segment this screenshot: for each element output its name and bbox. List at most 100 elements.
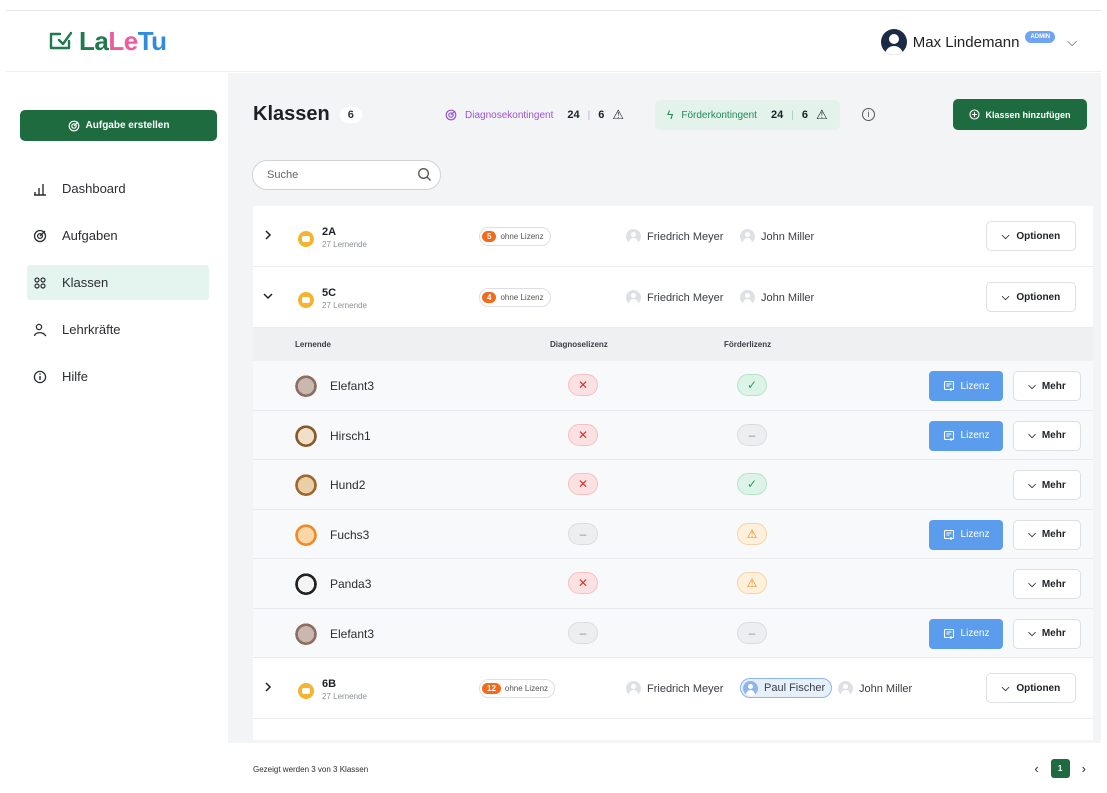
student-row: Hund2 ✕ ✓ ⌵ Mehr (253, 460, 1093, 510)
chart-bars-icon (34, 183, 46, 196)
logo-icon (49, 31, 73, 50)
license-button[interactable]: Lizenz (929, 420, 1003, 451)
no-license-label: ohne Lizenz (500, 232, 544, 241)
logo[interactable]: LaLeTu (48, 27, 167, 55)
more-label: Mehr (1041, 430, 1066, 441)
column-header-diagnoselizenz: Diagnoselizenz (550, 340, 608, 349)
chevron-down-icon: ⌵ (1028, 628, 1036, 639)
chevron-right-icon[interactable] (261, 228, 275, 242)
sidebar-item-label: Aufgaben (62, 228, 118, 243)
license-label: Lizenz (960, 430, 990, 441)
diagnose-status-dash-icon: – (568, 522, 598, 545)
diagnose-status-x-icon: ✕ (568, 572, 598, 594)
chevron-down-icon[interactable]: ⌵ (1067, 34, 1077, 50)
more-button[interactable]: ⌵ Mehr (1013, 618, 1081, 649)
options-label: Optionen (1016, 682, 1061, 694)
person-avatar-icon (626, 229, 641, 244)
sidebar-item-lehrkraefte[interactable]: Lehrkräfte (27, 312, 209, 347)
sidebar-item-hilfe[interactable]: Hilfe (27, 359, 209, 394)
sidebar-item-dashboard[interactable]: Dashboard (27, 171, 209, 206)
sidebar-item-label: Klassen (62, 275, 109, 290)
teacher-name: John Miller (859, 682, 913, 695)
search-icon[interactable] (417, 167, 432, 182)
create-task-label: Aufgabe erstellen (85, 120, 170, 131)
class-row[interactable]: 5C 27 Lernende 4 ohne Lizenz Friedrich M… (253, 267, 1093, 328)
license-button[interactable]: Lizenz (929, 618, 1003, 649)
license-doc-icon (943, 430, 954, 441)
options-button[interactable]: ⌵ Optionen (986, 221, 1076, 251)
options-label: Optionen (1016, 291, 1061, 303)
person-avatar-icon (626, 290, 641, 305)
diagnose-status-x-icon: ✕ (568, 473, 598, 495)
add-classes-button[interactable]: Klassen hinzufügen (953, 99, 1087, 130)
chevron-left-icon[interactable]: ‹ (1034, 761, 1038, 776)
chevron-down-icon[interactable] (261, 289, 275, 303)
sidebar-item-klassen[interactable]: Klassen (27, 265, 209, 300)
teacher-name: John Miller (761, 230, 815, 243)
student-row: Panda3 ✕ ⚠ ⌵ Mehr (253, 559, 1093, 609)
class-row[interactable]: 2A 27 Lernende 5 ohne Lizenz Friedrich M… (253, 206, 1093, 267)
more-button[interactable]: ⌵ Mehr (1013, 470, 1081, 500)
no-license-count: 12 (482, 683, 501, 694)
more-label: Mehr (1041, 628, 1066, 639)
class-name: 2A (322, 226, 337, 238)
user-menu[interactable]: Max Lindemann ADMIN ⌵ (880, 29, 1077, 55)
panda-avatar (294, 571, 318, 595)
options-button[interactable]: ⌵ Optionen (986, 673, 1076, 703)
add-classes-label: Klassen hinzufügen (985, 109, 1071, 120)
search-input[interactable]: Suche (252, 160, 441, 190)
class-name: 5C (322, 287, 337, 299)
more-button[interactable]: ⌵ Mehr (1013, 371, 1081, 401)
elephant-avatar (294, 373, 318, 397)
plus-circle-icon (969, 109, 981, 120)
search-placeholder: Suche (267, 169, 299, 181)
class-icon (298, 292, 314, 308)
student-name: Elefant3 (330, 626, 375, 641)
sidebar-item-label: Lehrkräfte (62, 322, 121, 337)
chevron-down-icon: ⌵ (1028, 578, 1036, 590)
teacher-chip-highlighted[interactable]: Paul Fischer (740, 678, 833, 698)
teacher-chip: John Miller (838, 680, 912, 697)
person-avatar-icon (838, 681, 853, 696)
chevron-down-icon: ⌵ (1001, 291, 1010, 303)
license-doc-icon (943, 380, 954, 391)
class-student-count: 27 Lernende (322, 240, 367, 249)
license-button[interactable]: Lizenz (929, 519, 1003, 550)
more-button[interactable]: ⌵ Mehr (1013, 519, 1081, 550)
sidebar-item-aufgaben[interactable]: Aufgaben (27, 218, 209, 253)
person-avatar-icon (743, 680, 758, 696)
license-button[interactable]: Lizenz (929, 371, 1003, 401)
create-task-button[interactable]: Aufgabe erstellen (20, 110, 217, 141)
chevron-right-icon[interactable] (261, 680, 275, 694)
more-label: Mehr (1041, 479, 1066, 491)
teacher-chip: John Miller (740, 289, 814, 306)
sidebar-item-label: Dashboard (62, 181, 126, 196)
no-license-badge: 12 ohne Lizenz (479, 679, 556, 698)
license-label: Lizenz (960, 628, 990, 639)
class-name: 6B (322, 678, 337, 690)
chevron-right-icon[interactable]: › (1082, 761, 1086, 776)
sidebar-item-label: Hilfe (62, 369, 89, 384)
chevron-down-icon: ⌵ (1028, 529, 1036, 540)
more-button[interactable]: ⌵ Mehr (1013, 569, 1081, 599)
foerder-status-check-icon: ✓ (737, 473, 767, 495)
info-icon (33, 370, 47, 383)
teacher-name: Friedrich Meyer (647, 291, 724, 304)
more-label: Mehr (1041, 578, 1066, 590)
teacher-chip: Friedrich Meyer (626, 228, 723, 245)
user-avatar-icon (880, 29, 907, 55)
options-button[interactable]: ⌵ Optionen (986, 282, 1076, 312)
more-label: Mehr (1041, 529, 1066, 540)
student-name: Hund2 (330, 478, 366, 492)
student-row: Fuchs3 – ⚠ Lizenz ⌵ Mehr (253, 509, 1093, 559)
student-name: Hirsch1 (330, 428, 371, 443)
info-icon[interactable]: i (862, 108, 875, 121)
no-license-count: 4 (482, 292, 497, 303)
teacher-chip: Friedrich Meyer (626, 680, 723, 697)
more-button[interactable]: ⌵ Mehr (1013, 420, 1081, 451)
teacher-name: Paul Fischer (764, 682, 826, 694)
page-button-current[interactable]: 1 (1050, 759, 1070, 778)
options-label: Optionen (1016, 230, 1061, 242)
foerder-status-check-icon: ✓ (737, 374, 767, 396)
class-row[interactable]: 6B 27 Lernende 12 ohne Lizenz Friedrich … (253, 658, 1093, 719)
